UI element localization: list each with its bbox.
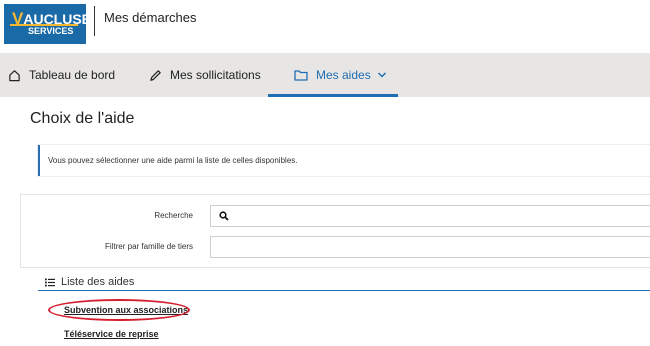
search-label: Recherche [154, 211, 193, 220]
active-tab-indicator [268, 94, 398, 97]
aid-link-teleservice-reprise[interactable]: Téléservice de reprise [64, 329, 159, 339]
nav-item-tableau-de-bord[interactable]: Tableau de bord [8, 53, 115, 97]
logo-subtitle: SERVICES [28, 26, 74, 36]
vaucluse-logo[interactable]: VAUCLUSE SERVICES [4, 4, 91, 44]
chevron-down-icon[interactable] [377, 71, 387, 79]
highlight-annotation [48, 299, 190, 321]
nav-item-label: Tableau de bord [29, 68, 116, 82]
list-icon [45, 278, 55, 286]
search-input[interactable] [210, 205, 650, 227]
search-icon [219, 211, 229, 221]
nav-item-label: Mes sollicitations [170, 68, 261, 82]
header-divider [94, 6, 95, 36]
nav-item-mes-sollicitations[interactable]: Mes sollicitations [149, 53, 261, 97]
list-heading: Liste des aides [45, 276, 134, 288]
filter-input[interactable] [210, 236, 650, 258]
filter-label: Filtrer par famille de tiers [104, 242, 193, 251]
page-title: Choix de l'aide [30, 110, 135, 127]
info-text: Vous pouvez sélectionner une aide parmi … [48, 156, 298, 165]
app-title: Mes démarches [104, 10, 197, 25]
nav-item-label: Mes aides [316, 68, 371, 82]
nav-item-mes-aides[interactable]: Mes aides [294, 53, 387, 97]
list-heading-label: Liste des aides [61, 276, 135, 288]
pen-icon [150, 69, 161, 81]
app-header: VAUCLUSE SERVICES Mes démarches [0, 0, 650, 53]
main-nav: Tableau de bord Mes sollicitations Mes a… [0, 53, 650, 97]
home-icon [9, 69, 20, 81]
folder-icon [294, 70, 308, 81]
list-divider [38, 290, 650, 291]
